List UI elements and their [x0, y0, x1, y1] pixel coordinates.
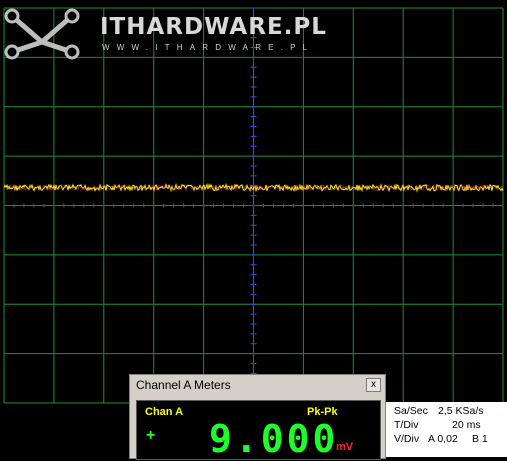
sign-indicator: +	[146, 427, 156, 444]
channel-a-meters-window[interactable]: Channel A Meters x Chan A Pk-Pk + 9.000 …	[129, 374, 386, 460]
reading-unit: mV	[336, 441, 354, 453]
window-title: Channel A Meters	[136, 378, 231, 392]
brand-url-watermark: WWW.ITHARDWARE.PL	[102, 43, 315, 52]
acquisition-settings: Sa/Sec 2,5 KSa/s T/Div 20 ms V/Div A 0,0…	[386, 402, 507, 457]
sa-sec-value: 2,5 KSa/s	[438, 405, 484, 417]
t-div-value: 20 ms	[452, 419, 481, 431]
v-div-label: V/Div	[394, 433, 420, 445]
meter-reading: 9.000	[209, 417, 339, 461]
sa-sec-label: Sa/Sec	[394, 405, 428, 417]
x-network-logo-icon	[4, 8, 80, 60]
v-div-b-value: B 1	[472, 433, 488, 445]
t-div-label: T/Div	[394, 419, 419, 431]
v-div-a-value: A 0,02	[428, 433, 458, 445]
close-button[interactable]: x	[366, 378, 381, 392]
meter-display: Chan A Pk-Pk + 9.000 mV	[136, 400, 381, 460]
channel-label: Chan A	[145, 406, 184, 418]
brand-watermark: ITHARDWARE.PL	[100, 14, 327, 40]
